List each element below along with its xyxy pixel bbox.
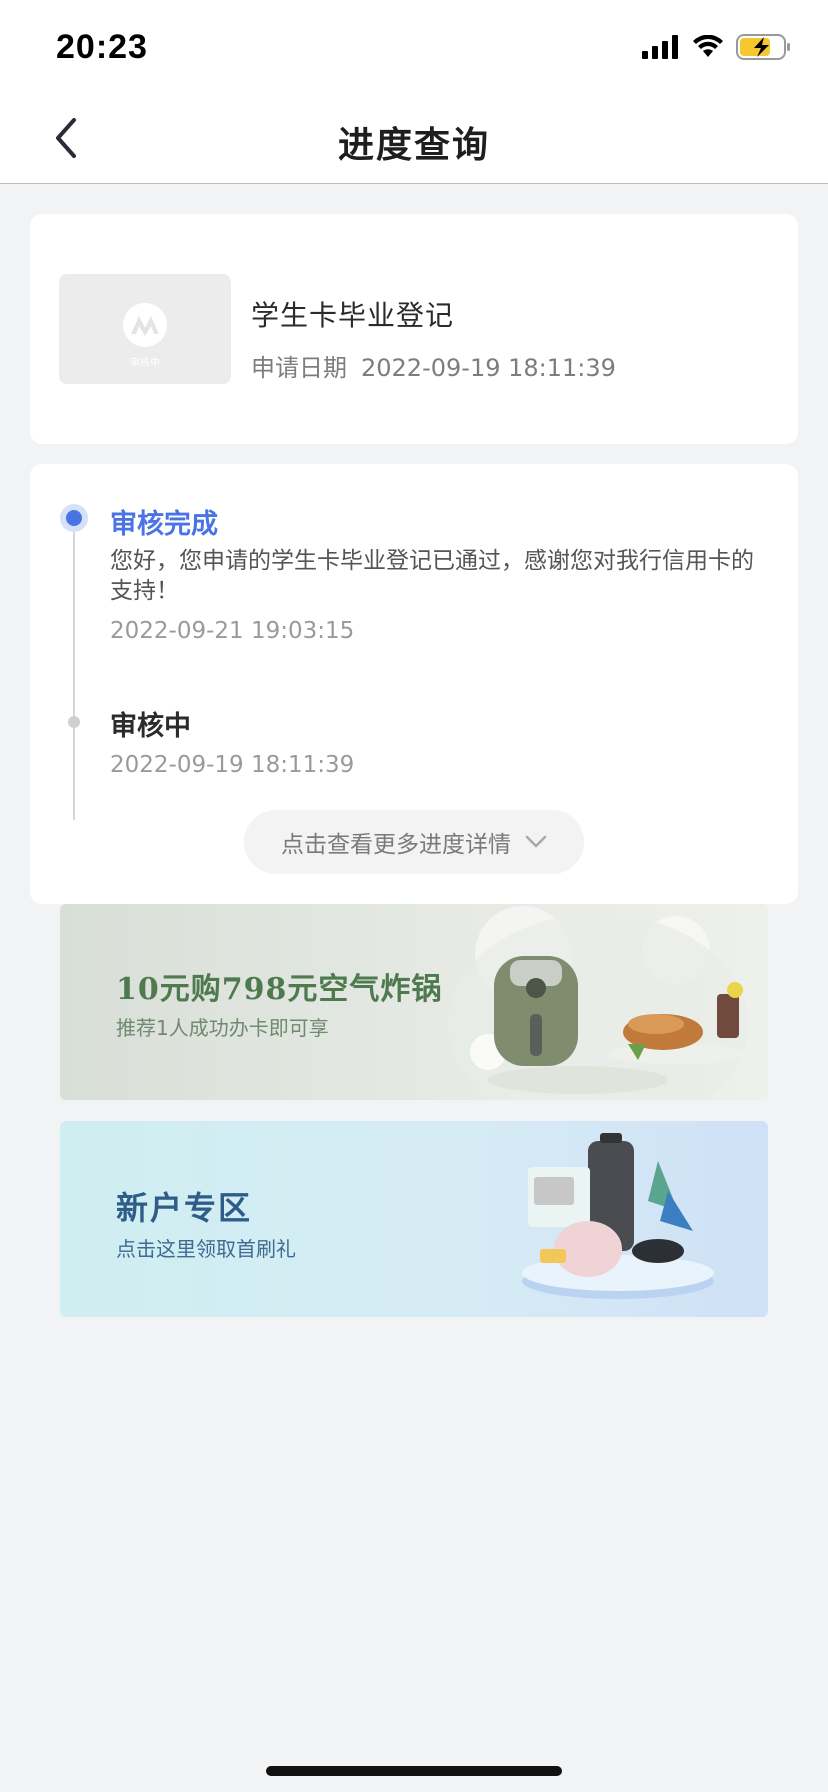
status-bar: 20:23 [0,0,828,92]
banner-subtitle: 点击这里领取首刷礼 [116,1237,296,1261]
card-thumbnail: 审核中 [59,274,231,384]
status-icons [642,34,792,60]
more-progress-button[interactable]: 点击查看更多进度详情 [244,810,584,874]
banner-title: 10元购798元空气炸锅 [116,972,443,1007]
air-fryer-banner[interactable]: 10元购798元空气炸锅 推荐1人成功办卡即可享 [60,904,768,1100]
status-time: 20:23 [56,28,148,66]
chevron-down-icon [525,835,547,848]
application-card: 审核中 学生卡毕业登记 申请日期 2022-09-19 18:11:39 [30,214,798,444]
wifi-icon [693,35,723,57]
thumbnail-label: 审核中 [130,358,160,369]
air-fryer-illustration [448,906,748,1100]
more-progress-label: 点击查看更多进度详情 [281,832,511,858]
step-title-completed: 审核完成 [110,509,218,540]
step-time: 2022-09-21 19:03:15 [110,618,355,644]
step-time: 2022-09-19 18:11:39 [110,752,355,778]
progress-card: 审核完成 您好，您申请的学生卡毕业登记已通过，感谢您对我行信用卡的支持！ 202… [30,464,798,904]
timeline-dot [68,716,80,728]
timeline-dot-active [60,504,88,532]
home-indicator[interactable] [266,1766,562,1776]
step-title-reviewing: 审核中 [110,711,191,742]
application-date-row: 申请日期 2022-09-19 18:11:39 [251,348,616,383]
date-value: 2022-09-19 18:11:39 [361,354,616,382]
bank-logo-icon [123,303,167,347]
signal-icon [642,35,678,59]
timeline-line [73,504,75,820]
application-title: 学生卡毕业登记 [251,299,455,332]
step-description: 您好，您申请的学生卡毕业登记已通过，感谢您对我行信用卡的支持！ [110,548,754,604]
new-user-banner[interactable]: 新户专区 点击这里领取首刷礼 [60,1121,768,1317]
nav-bar: 进度查询 [0,92,828,184]
banner-subtitle: 推荐1人成功办卡即可享 [116,1016,329,1040]
banner-title: 新户专区 [116,1189,253,1227]
page-title: 进度查询 [337,125,490,166]
gifts-illustration [522,1133,714,1299]
date-label: 申请日期 [251,354,347,382]
battery-charging-icon [736,34,790,60]
